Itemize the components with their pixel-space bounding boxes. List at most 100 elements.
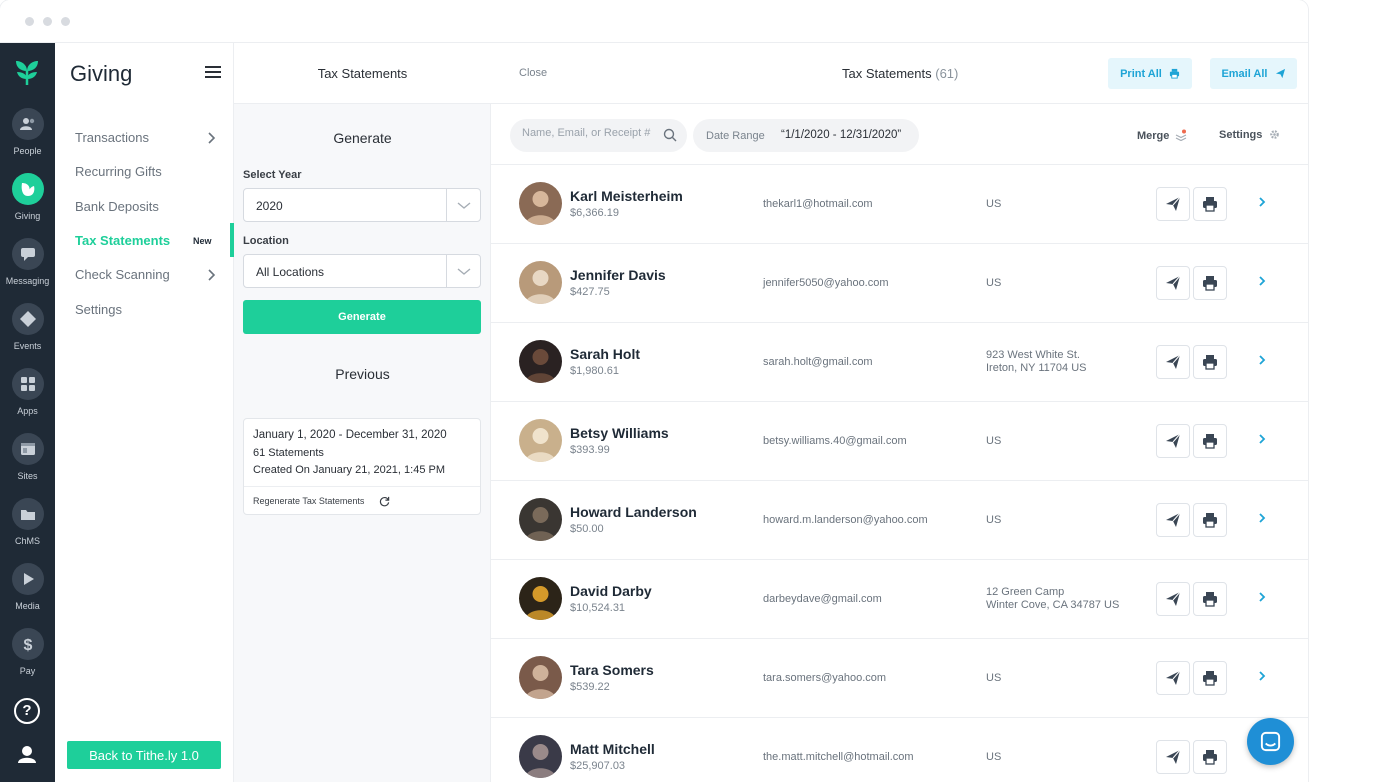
nav-item-settings[interactable]: Settings xyxy=(75,302,122,317)
table-row[interactable]: Betsy Williams $393.99 betsy.williams.40… xyxy=(491,402,1308,481)
table-row[interactable]: Sarah Holt $1,980.61 sarah.holt@gmail.co… xyxy=(491,323,1308,402)
chevron-right-icon[interactable] xyxy=(1257,432,1267,446)
donor-email: darbeydave@gmail.com xyxy=(763,593,882,605)
tithely-logo-icon[interactable] xyxy=(12,57,42,87)
nav-item-check-scanning[interactable]: Check Scanning xyxy=(75,267,170,282)
donor-address: US xyxy=(986,198,1001,211)
donor-amount: $1,980.61 xyxy=(570,365,619,377)
year-select[interactable]: 2020 xyxy=(243,188,481,222)
rail-label-apps: Apps xyxy=(17,406,38,416)
nav-item-tax-statements[interactable]: Tax Statements xyxy=(75,233,170,248)
table-row[interactable]: Matt Mitchell $25,907.03 the.matt.mitche… xyxy=(491,718,1308,782)
table-row[interactable]: David Darby $10,524.31 darbeydave@gmail.… xyxy=(491,560,1308,639)
chevron-right-icon[interactable] xyxy=(1257,590,1267,604)
window-dot-close[interactable] xyxy=(25,17,34,26)
print-statement-button[interactable] xyxy=(1193,266,1227,300)
donor-name: Betsy Williams xyxy=(570,425,669,441)
rail-item-pay[interactable]: $ Pay xyxy=(0,628,55,692)
previous-statement-card[interactable]: January 1, 2020 - December 31, 2020 61 S… xyxy=(243,418,481,515)
hamburger-menu-icon[interactable] xyxy=(205,66,221,78)
gear-icon xyxy=(1270,130,1280,139)
chevron-right-icon[interactable] xyxy=(1257,274,1267,288)
rail-item-events[interactable]: Events xyxy=(0,303,55,367)
rail-item-sites[interactable]: Sites xyxy=(0,433,55,497)
email-statement-button[interactable] xyxy=(1156,266,1190,300)
donor-name: Matt Mitchell xyxy=(570,741,655,757)
rail-item-messaging[interactable]: Messaging xyxy=(0,238,55,302)
donor-name: Sarah Holt xyxy=(570,346,641,362)
table-row[interactable]: Jennifer Davis $427.75 jennifer5050@yaho… xyxy=(491,244,1308,323)
avatar xyxy=(519,498,562,541)
chevron-right-icon xyxy=(208,132,216,144)
generate-panel-header: Tax Statements xyxy=(234,43,491,104)
donor-amount: $6,366.19 xyxy=(570,207,619,219)
avatar xyxy=(519,656,562,699)
print-statement-button[interactable] xyxy=(1193,345,1227,379)
rail-item-apps[interactable]: Apps xyxy=(0,368,55,432)
email-statement-button[interactable] xyxy=(1156,345,1190,379)
printer-icon xyxy=(1203,197,1217,212)
back-to-tithely-button[interactable]: Back to Tithe.ly 1.0 xyxy=(67,741,221,769)
search-icon[interactable] xyxy=(663,128,677,142)
dollar-icon: $ xyxy=(11,628,44,660)
rail-item-giving[interactable]: Giving xyxy=(0,173,55,237)
chat-launcher-button[interactable] xyxy=(1247,718,1294,765)
email-statement-button[interactable] xyxy=(1156,740,1190,774)
settings-button[interactable]: Settings xyxy=(1219,129,1280,141)
table-row[interactable]: Howard Landerson $50.00 howard.m.landers… xyxy=(491,481,1308,560)
avatar xyxy=(519,340,562,383)
nav-item-transactions[interactable]: Transactions xyxy=(75,130,149,145)
rail-label-sites: Sites xyxy=(17,471,38,481)
chevron-right-icon[interactable] xyxy=(1257,511,1267,525)
print-statement-button[interactable] xyxy=(1193,740,1227,774)
print-statement-button[interactable] xyxy=(1193,503,1227,537)
print-all-button[interactable]: Print All xyxy=(1108,58,1192,89)
print-statement-button[interactable] xyxy=(1193,187,1227,221)
generate-button[interactable]: Generate xyxy=(243,300,481,334)
email-all-button[interactable]: Email All xyxy=(1210,58,1297,89)
donor-address: US xyxy=(986,277,1001,290)
search-box[interactable] xyxy=(510,119,687,152)
chevron-right-icon[interactable] xyxy=(1257,195,1267,209)
email-statement-button[interactable] xyxy=(1156,424,1190,458)
select-year-label: Select Year xyxy=(243,169,302,181)
regenerate-row[interactable]: Regenerate Tax Statements xyxy=(244,486,480,515)
main-title: Tax Statements (61) xyxy=(842,66,958,81)
table-row[interactable]: Karl Meisterheim $6,366.19 thekarl1@hotm… xyxy=(491,165,1308,244)
help-icon[interactable]: ? xyxy=(14,698,40,724)
rail-item-chms[interactable]: ChMS xyxy=(0,498,55,562)
nav-item-recurring-gifts[interactable]: Recurring Gifts xyxy=(75,164,162,179)
address-line: Ireton, NY 11704 US xyxy=(986,362,1087,374)
email-statement-button[interactable] xyxy=(1156,187,1190,221)
donor-amount: $393.99 xyxy=(570,444,610,456)
email-statement-button[interactable] xyxy=(1156,582,1190,616)
location-select[interactable]: All Locations xyxy=(243,254,481,288)
chevron-right-icon[interactable] xyxy=(1257,353,1267,367)
chevron-right-icon[interactable] xyxy=(1257,669,1267,683)
print-statement-button[interactable] xyxy=(1193,661,1227,695)
send-icon xyxy=(1166,670,1181,685)
date-range-filter[interactable]: Date Range “1/1/2020 - 12/31/2020” xyxy=(693,119,919,152)
printer-icon xyxy=(1203,434,1217,449)
merge-button[interactable]: Merge xyxy=(1137,129,1187,142)
window-dot-maximize[interactable] xyxy=(61,17,70,26)
main-header: Close Tax Statements (61) Print All Emai… xyxy=(491,43,1308,104)
rail-item-media[interactable]: Media xyxy=(0,563,55,627)
print-statement-button[interactable] xyxy=(1193,424,1227,458)
regenerate-link[interactable]: Regenerate Tax Statements xyxy=(253,496,364,506)
email-statement-button[interactable] xyxy=(1156,661,1190,695)
avatar xyxy=(519,735,562,778)
table-row[interactable]: Tara Somers $539.22 tara.somers@yahoo.co… xyxy=(491,639,1308,718)
email-statement-button[interactable] xyxy=(1156,503,1190,537)
print-statement-button[interactable] xyxy=(1193,582,1227,616)
window-dot-minimize[interactable] xyxy=(43,17,52,26)
user-profile-icon[interactable] xyxy=(11,739,43,771)
search-input[interactable] xyxy=(522,127,652,139)
nav-item-bank-deposits[interactable]: Bank Deposits xyxy=(75,199,159,214)
svg-text:$: $ xyxy=(23,637,32,653)
donor-email: betsy.williams.40@gmail.com xyxy=(763,435,907,447)
statement-count: (61) xyxy=(935,66,959,81)
close-link[interactable]: Close xyxy=(519,67,547,79)
previous-created-on: Created On January 21, 2021, 1:45 PM xyxy=(253,464,446,476)
rail-item-people[interactable]: People xyxy=(0,108,55,172)
